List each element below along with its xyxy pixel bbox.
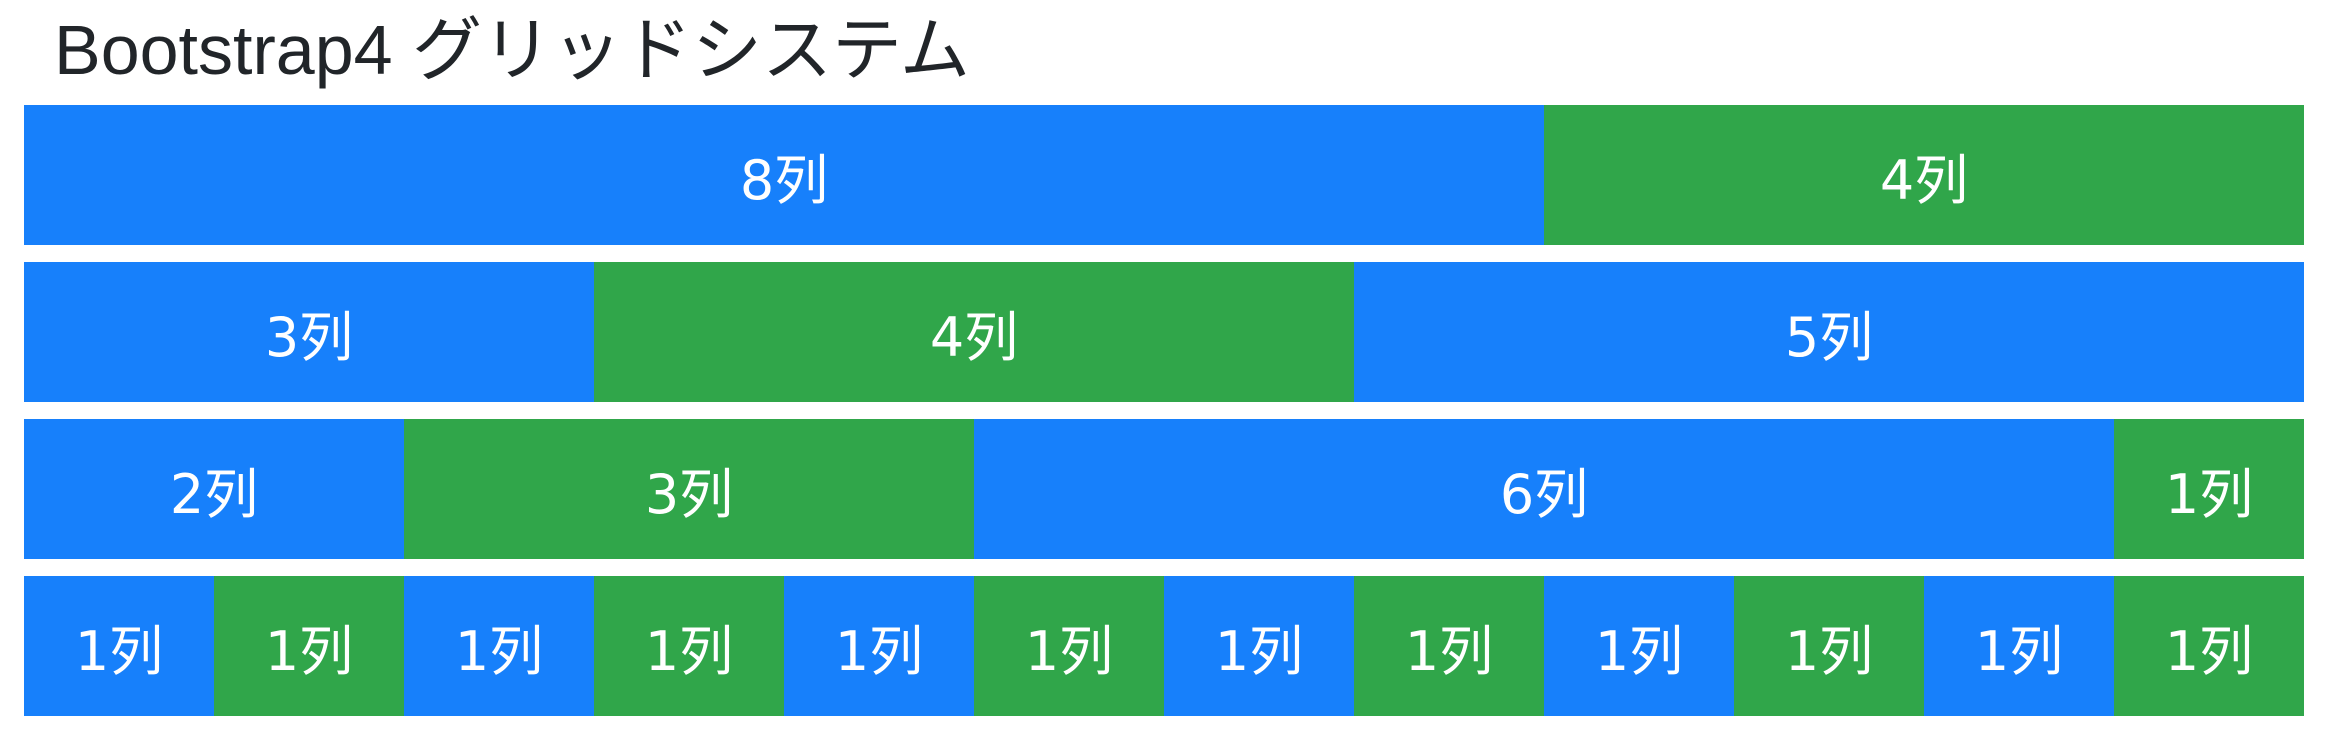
col-1: 1列: [24, 576, 214, 716]
grid-container: 8列 4列 3列 4列 5列 2列 3列 6列 1列 1列 1列 1列 1列 1…: [24, 105, 2304, 733]
col-1: 1列: [974, 576, 1164, 716]
col-1: 1列: [1354, 576, 1544, 716]
grid-row-4: 1列 1列 1列 1列 1列 1列 1列 1列 1列 1列 1列 1列: [24, 576, 2304, 716]
col-1: 1列: [404, 576, 594, 716]
page-title: Bootstrap4 グリッドシステム: [54, 11, 970, 89]
col-1: 1列: [1544, 576, 1734, 716]
col-1: 1列: [2114, 576, 2304, 716]
col-4: 4列: [1544, 105, 2304, 245]
col-3: 3列: [404, 419, 974, 559]
col-1: 1列: [1164, 576, 1354, 716]
col-6: 6列: [974, 419, 2114, 559]
col-2: 2列: [24, 419, 404, 559]
grid-row-2: 3列 4列 5列: [24, 262, 2304, 402]
grid-row-3: 2列 3列 6列 1列: [24, 419, 2304, 559]
col-4: 4列: [594, 262, 1354, 402]
col-8: 8列: [24, 105, 1544, 245]
col-1: 1列: [594, 576, 784, 716]
col-1: 1列: [214, 576, 404, 716]
col-1: 1列: [1734, 576, 1924, 716]
col-1: 1列: [2114, 419, 2304, 559]
col-1: 1列: [1924, 576, 2114, 716]
col-5: 5列: [1354, 262, 2304, 402]
col-1: 1列: [784, 576, 974, 716]
col-3: 3列: [24, 262, 594, 402]
grid-row-1: 8列 4列: [24, 105, 2304, 245]
